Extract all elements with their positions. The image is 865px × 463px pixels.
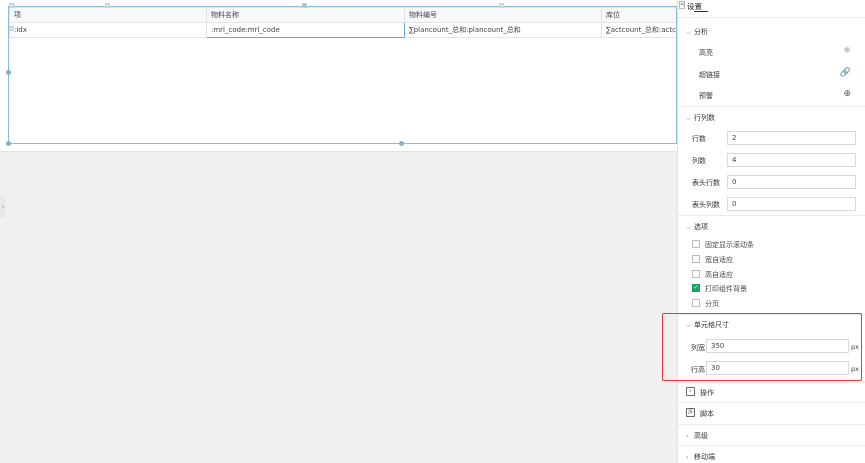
- header-rows-input[interactable]: 0: [727, 175, 856, 189]
- option-label: 高自适应: [705, 271, 733, 279]
- section-advanced-header[interactable]: › 高级: [686, 431, 708, 441]
- chevron-right-icon: ›: [686, 433, 689, 440]
- header-cols-label: 表头列数: [692, 201, 720, 209]
- rows-label: 行数: [692, 135, 706, 143]
- action-operation[interactable]: 操作: [700, 388, 714, 398]
- section-title: 选项: [694, 223, 708, 231]
- option-label: 宽自适应: [705, 256, 733, 264]
- section-title: 移动端: [694, 453, 715, 461]
- search-icon[interactable]: ⌕: [686, 387, 695, 396]
- chevron-down-icon: ⌵: [686, 29, 691, 36]
- checkbox-height-adaptive[interactable]: [692, 270, 700, 278]
- link-icon[interactable]: 🔗: [840, 69, 851, 78]
- action-script[interactable]: 脚本: [700, 409, 714, 419]
- column-handle[interactable]: [9, 3, 14, 8]
- divider: [678, 106, 865, 107]
- resize-handle-bottom-left[interactable]: [6, 141, 11, 146]
- rows-input[interactable]: 2: [727, 131, 856, 145]
- analysis-hyperlink-label[interactable]: 超链接: [699, 70, 720, 80]
- section-mobile-header[interactable]: › 移动端: [686, 452, 715, 462]
- chevron-right-icon: ›: [686, 454, 689, 461]
- tab-underline: [694, 11, 708, 12]
- analysis-highlight-label[interactable]: 高亮: [699, 48, 713, 58]
- analysis-warning-label[interactable]: 预警: [699, 91, 713, 101]
- section-title: 行列数: [694, 114, 715, 122]
- script-icon[interactable]: JS: [686, 408, 695, 417]
- checkbox-fixed-scrollbar[interactable]: [692, 240, 700, 248]
- report-paper: 项 物料名称 物料编号 库位 :idx :mrl_code:mrl_code ∑…: [0, 0, 678, 152]
- left-collapse-tab[interactable]: ‹: [0, 196, 6, 218]
- column-handle[interactable]: [105, 3, 110, 8]
- column-handle[interactable]: [499, 3, 504, 8]
- chevron-down-icon: ⌵: [686, 115, 691, 122]
- design-canvas[interactable]: 项 物料名称 物料编号 库位 :idx :mrl_code:mrl_code ∑…: [0, 0, 678, 463]
- divider: [678, 424, 865, 425]
- plus-circle-icon[interactable]: ⊕: [843, 90, 851, 99]
- option-label: 分页: [705, 300, 719, 308]
- checkbox-pagination[interactable]: [692, 299, 700, 307]
- settings-panel: < 设置 ⌵ 分析 高亮 ☼ 超链接 🔗 预警 ⊕ ⌵ 行列数 行数 2 列数 4 …: [677, 0, 865, 463]
- option-label: 固定显示滚动条: [705, 241, 754, 249]
- selection-frame[interactable]: [8, 6, 677, 144]
- section-title: 高级: [694, 432, 708, 440]
- section-options-header[interactable]: ⌵ 选项: [686, 222, 708, 232]
- resize-handle-left[interactable]: [6, 70, 11, 75]
- section-rowcol-header[interactable]: ⌵ 行列数: [686, 113, 715, 123]
- divider: [678, 402, 865, 403]
- section-title: 分析: [694, 28, 708, 36]
- header-cols-input[interactable]: 0: [727, 197, 856, 211]
- row-handle[interactable]: [9, 26, 14, 31]
- cols-label: 列数: [692, 157, 706, 165]
- checkbox-print-background[interactable]: ✓: [692, 284, 700, 292]
- chevron-down-icon: ⌵: [686, 224, 691, 231]
- section-analysis-header[interactable]: ⌵ 分析: [686, 27, 708, 37]
- divider: [678, 17, 865, 18]
- option-label: 打印组件背景: [705, 285, 747, 293]
- divider: [678, 445, 865, 446]
- divider: [678, 382, 865, 383]
- divider: [678, 215, 865, 216]
- header-rows-label: 表头行数: [692, 179, 720, 187]
- sun-icon[interactable]: ☼: [843, 47, 851, 56]
- checkbox-width-adaptive[interactable]: [692, 255, 700, 263]
- column-handle[interactable]: [302, 3, 307, 8]
- cols-input[interactable]: 4: [727, 153, 856, 167]
- panel-header: < 设置: [678, 0, 865, 18]
- panel-collapse-button[interactable]: <: [679, 1, 685, 9]
- resize-handle-bottom[interactable]: [399, 141, 404, 146]
- highlight-box: [662, 313, 862, 381]
